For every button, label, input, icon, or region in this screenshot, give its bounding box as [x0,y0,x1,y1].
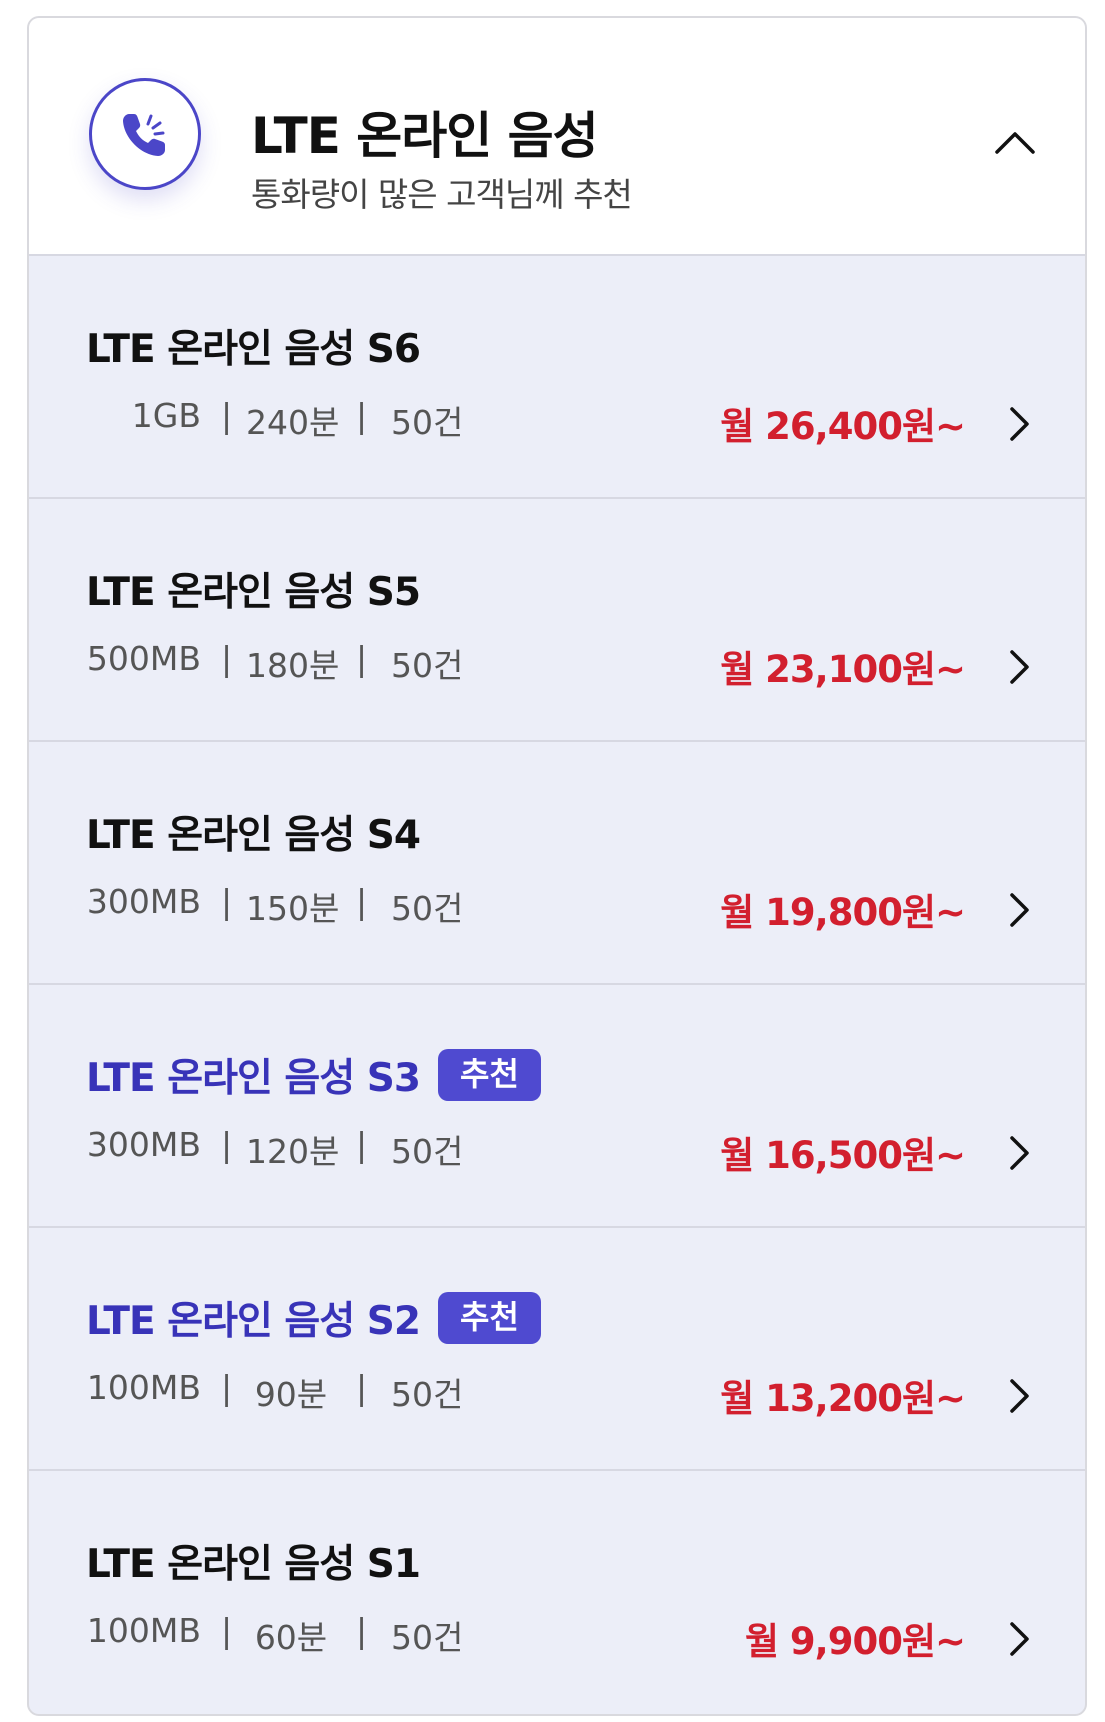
data-allowance: 1GB [131,396,201,435]
recommended-badge: 추천 [438,1049,541,1101]
spec-separator: | [356,639,368,678]
spec-separator: | [221,882,233,921]
plan-name: LTE 온라인 음성 S1 [86,1533,421,1589]
plan-specs: 100MB | 60분 | 50건 [86,1611,486,1657]
chevron-right-icon[interactable] [1007,404,1033,444]
category-title: LTE 온라인 음성 [251,107,599,165]
spec-separator: | [221,1125,233,1164]
chevron-right-icon[interactable] [1007,890,1033,930]
chevron-up-icon[interactable] [993,128,1037,158]
recommended-badge: 추천 [438,1292,541,1344]
plan-name-text: LTE 온라인 음성 S1 [86,1542,421,1587]
spec-separator: | [356,1368,368,1407]
plan-name: LTE 온라인 음성 S4 [86,804,421,860]
plan-name-text: LTE 온라인 음성 S4 [86,813,421,858]
data-allowance: 100MB [86,1611,201,1650]
plan-row-2[interactable]: LTE 온라인 음성 S5 500MB | 180분 | 50건 월 23,10… [29,499,1085,742]
chevron-right-icon[interactable] [1007,647,1033,687]
category-header[interactable]: LTE 온라인 음성 통화량이 많은 고객님께 추천 [29,18,1085,256]
sms-allowance: 50건 [391,889,464,928]
voice-allowance: 120분 [246,1132,340,1171]
plan-row-3[interactable]: LTE 온라인 음성 S4 300MB | 150분 | 50건 월 19,80… [29,742,1085,985]
data-allowance: 300MB [86,882,201,921]
plan-row-5[interactable]: LTE 온라인 음성 S2 추천 100MB | 90분 | 50건 월 13,… [29,1228,1085,1471]
plan-name: LTE 온라인 음성 S3 추천 [86,1047,541,1103]
plan-name-text: LTE 온라인 음성 S2 [86,1299,421,1344]
spec-separator: | [221,1368,233,1407]
sms-allowance: 50건 [391,646,464,685]
plan-name: LTE 온라인 음성 S5 [86,561,421,617]
spec-separator: | [221,639,233,678]
data-allowance: 300MB [86,1125,201,1164]
sms-allowance: 50건 [391,1618,464,1657]
voice-allowance: 180분 [246,646,340,685]
monthly-price: 월 26,400원~ [720,405,966,448]
spec-separator: | [221,396,233,435]
plan-list: LTE 온라인 음성 S6 1GB | 240분 | 50건 월 26,400원… [29,256,1085,1714]
category-subtitle: 통화량이 많은 고객님께 추천 [251,175,633,214]
voice-allowance: 60분 [254,1618,328,1657]
plan-specs: 1GB | 240분 | 50건 [86,396,486,442]
spec-separator: | [221,1611,233,1650]
spec-separator: | [356,1611,368,1650]
plan-name-text: LTE 온라인 음성 S6 [86,327,421,372]
phone-ringing-icon [89,78,201,190]
sms-allowance: 50건 [391,403,464,442]
spec-separator: | [356,396,368,435]
monthly-price: 월 13,200원~ [720,1377,966,1420]
voice-allowance: 150분 [246,889,340,928]
voice-allowance: 90분 [254,1375,328,1414]
chevron-right-icon[interactable] [1007,1376,1033,1416]
plan-name-text: LTE 온라인 음성 S3 [86,1056,421,1101]
chevron-right-icon[interactable] [1007,1133,1033,1173]
sms-allowance: 50건 [391,1375,464,1414]
monthly-price: 월 9,900원~ [745,1620,966,1663]
plan-specs: 100MB | 90분 | 50건 [86,1368,486,1414]
chevron-right-icon[interactable] [1007,1619,1033,1659]
plan-name-text: LTE 온라인 음성 S5 [86,570,421,615]
spec-separator: | [356,1125,368,1164]
plan-row-4[interactable]: LTE 온라인 음성 S3 추천 300MB | 120분 | 50건 월 16… [29,985,1085,1228]
plan-name: LTE 온라인 음성 S6 [86,318,421,374]
plan-row-6[interactable]: LTE 온라인 음성 S1 100MB | 60분 | 50건 월 9,900원… [29,1471,1085,1714]
plan-name: LTE 온라인 음성 S2 추천 [86,1290,541,1346]
plan-category-card: LTE 온라인 음성 통화량이 많은 고객님께 추천 LTE 온라인 음성 S6… [27,16,1087,1716]
plan-specs: 300MB | 120분 | 50건 [86,1125,486,1171]
voice-allowance: 240분 [246,403,340,442]
monthly-price: 월 16,500원~ [720,1134,966,1177]
plan-row-1[interactable]: LTE 온라인 음성 S6 1GB | 240분 | 50건 월 26,400원… [29,256,1085,499]
data-allowance: 100MB [86,1368,201,1407]
sms-allowance: 50건 [391,1132,464,1171]
plan-specs: 300MB | 150분 | 50건 [86,882,486,928]
plan-specs: 500MB | 180분 | 50건 [86,639,486,685]
spec-separator: | [356,882,368,921]
data-allowance: 500MB [86,639,201,678]
monthly-price: 월 23,100원~ [720,648,966,691]
monthly-price: 월 19,800원~ [720,891,966,934]
